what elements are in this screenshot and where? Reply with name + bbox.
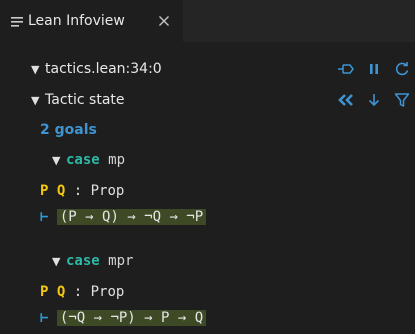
case-keyword: case: [66, 152, 100, 168]
collapse-triangle-icon: ▼: [52, 154, 61, 167]
hypothesis-type: Prop: [90, 284, 125, 300]
menu-lines-icon: [10, 14, 24, 28]
tab-lean-infoview[interactable]: Lean Infoview: [0, 0, 183, 42]
hypothesis-separator: :: [73, 284, 83, 300]
pin-icon[interactable]: [335, 58, 357, 80]
goal-expression[interactable]: (P → Q) → ¬Q → ¬P: [56, 209, 207, 225]
location-label: tactics.lean:34:0: [45, 61, 162, 77]
hypothesis-line[interactable]: P Q : Prop: [40, 179, 124, 201]
tactic-state-header[interactable]: ▼ Tactic state: [31, 89, 125, 111]
goal-case-header[interactable]: ▼ case mp: [52, 148, 125, 170]
filter-icon[interactable]: [391, 89, 413, 111]
case-name: mpr: [108, 253, 134, 269]
tactic-state-label: Tactic state: [45, 92, 125, 108]
goal-line[interactable]: ⊢ (¬Q → ¬P) → P → Q: [40, 306, 207, 328]
hypothesis-separator: :: [73, 183, 83, 199]
pause-icon[interactable]: [363, 58, 385, 80]
goal-line[interactable]: ⊢ (P → Q) → ¬Q → ¬P: [40, 205, 207, 227]
refresh-icon[interactable]: [391, 58, 413, 80]
location-header[interactable]: ▼ tactics.lean:34:0: [31, 58, 162, 80]
collapse-triangle-icon: ▼: [31, 63, 40, 76]
close-icon[interactable]: [156, 13, 172, 29]
quote-icon[interactable]: [335, 89, 357, 111]
arrow-down-icon[interactable]: [363, 89, 385, 111]
tab-title: Lean Infoview: [28, 13, 125, 29]
goals-count: 2 goals: [40, 118, 97, 140]
tab-bar: Lean Infoview: [0, 0, 415, 42]
hypothesis-names: P Q: [40, 284, 66, 300]
case-name: mp: [108, 152, 126, 168]
goal-case-header[interactable]: ▼ case mpr: [52, 249, 133, 271]
goals-count-label: 2 goals: [40, 122, 97, 138]
hypothesis-names: P Q: [40, 183, 66, 199]
collapse-triangle-icon: ▼: [52, 255, 61, 268]
case-keyword: case: [66, 253, 100, 269]
hypothesis-type: Prop: [90, 183, 125, 199]
hypothesis-line[interactable]: P Q : Prop: [40, 280, 124, 302]
collapse-triangle-icon: ▼: [31, 94, 40, 107]
goal-expression[interactable]: (¬Q → ¬P) → P → Q: [56, 310, 207, 326]
